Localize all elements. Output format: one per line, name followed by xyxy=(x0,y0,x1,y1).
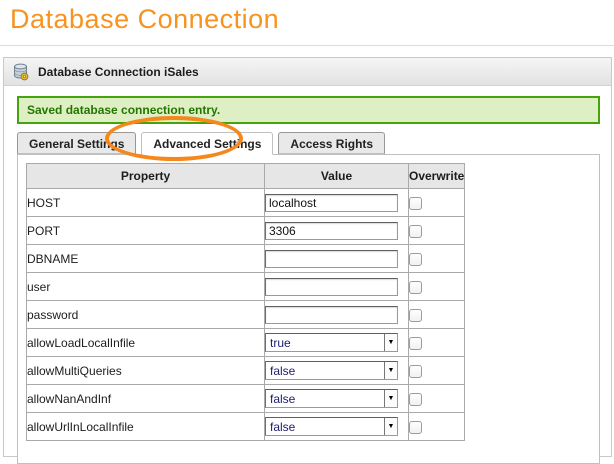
overwrite-checkbox[interactable] xyxy=(409,197,422,210)
property-label: DBNAME xyxy=(27,245,265,273)
success-message: Saved database connection entry. xyxy=(17,96,600,124)
title-divider xyxy=(0,45,614,46)
chevron-down-icon: ▼ xyxy=(384,390,397,407)
table-row: allowMultiQueriesfalse▼ xyxy=(27,357,465,385)
overwrite-cell xyxy=(409,357,465,385)
overwrite-checkbox[interactable] xyxy=(409,309,422,322)
tab-advanced-settings[interactable]: Advanced Settings xyxy=(141,132,273,155)
overwrite-cell xyxy=(409,329,465,357)
select-value: false xyxy=(266,392,384,406)
tab-content-advanced-settings: Property Value Overwrite HOSTPORTDBNAMEu… xyxy=(17,154,600,464)
overwrite-checkbox[interactable] xyxy=(409,225,422,238)
overwrite-cell xyxy=(409,301,465,329)
value-cell xyxy=(265,301,409,329)
overwrite-checkbox[interactable] xyxy=(409,393,422,406)
value-cell xyxy=(265,217,409,245)
database-connection-panel: Database Connection iSales Saved databas… xyxy=(3,57,612,457)
select-value: false xyxy=(266,364,384,378)
value-cell xyxy=(265,273,409,301)
value-input[interactable] xyxy=(265,306,398,324)
overwrite-cell xyxy=(409,245,465,273)
property-label: password xyxy=(27,301,265,329)
overwrite-checkbox[interactable] xyxy=(409,365,422,378)
overwrite-checkbox[interactable] xyxy=(409,421,422,434)
value-input[interactable] xyxy=(265,250,398,268)
tab-access-rights[interactable]: Access Rights xyxy=(278,132,385,154)
table-row: PORT xyxy=(27,217,465,245)
property-label: allowUrlInLocalInfile xyxy=(27,413,265,441)
value-input[interactable] xyxy=(265,194,398,212)
value-cell xyxy=(265,245,409,273)
tab-general-settings[interactable]: General Settings xyxy=(17,132,136,154)
properties-table: Property Value Overwrite HOSTPORTDBNAMEu… xyxy=(26,163,465,441)
value-cell: true▼ xyxy=(265,329,409,357)
select-value: true xyxy=(266,336,384,350)
value-select[interactable]: false▼ xyxy=(265,361,398,380)
page-title: Database Connection xyxy=(10,4,279,35)
chevron-down-icon: ▼ xyxy=(384,334,397,351)
property-label: HOST xyxy=(27,189,265,217)
overwrite-checkbox[interactable] xyxy=(409,253,422,266)
property-label: allowLoadLocalInfile xyxy=(27,329,265,357)
property-label: allowMultiQueries xyxy=(27,357,265,385)
chevron-down-icon: ▼ xyxy=(384,362,397,379)
table-row: HOST xyxy=(27,189,465,217)
column-header-overwrite: Overwrite xyxy=(409,164,465,189)
overwrite-cell xyxy=(409,217,465,245)
tab-bar: General Settings Advanced Settings Acces… xyxy=(17,132,600,154)
panel-header: Database Connection iSales xyxy=(4,58,611,86)
overwrite-cell xyxy=(409,273,465,301)
select-value: false xyxy=(266,420,384,434)
panel-title: Database Connection iSales xyxy=(38,65,199,79)
table-row: allowNanAndInffalse▼ xyxy=(27,385,465,413)
overwrite-cell xyxy=(409,413,465,441)
property-label: user xyxy=(27,273,265,301)
value-cell: false▼ xyxy=(265,413,409,441)
value-input[interactable] xyxy=(265,222,398,240)
overwrite-cell xyxy=(409,385,465,413)
table-row: DBNAME xyxy=(27,245,465,273)
value-select[interactable]: true▼ xyxy=(265,333,398,352)
overwrite-checkbox[interactable] xyxy=(409,337,422,350)
value-cell: false▼ xyxy=(265,357,409,385)
table-row: user xyxy=(27,273,465,301)
table-header-row: Property Value Overwrite xyxy=(27,164,465,189)
overwrite-checkbox[interactable] xyxy=(409,281,422,294)
panel-body: Saved database connection entry. General… xyxy=(4,86,611,464)
database-icon xyxy=(11,62,30,81)
value-select[interactable]: false▼ xyxy=(265,417,398,436)
property-label: PORT xyxy=(27,217,265,245)
chevron-down-icon: ▼ xyxy=(384,418,397,435)
value-cell: false▼ xyxy=(265,385,409,413)
value-input[interactable] xyxy=(265,278,398,296)
column-header-value: Value xyxy=(265,164,409,189)
table-row: allowUrlInLocalInfilefalse▼ xyxy=(27,413,465,441)
overwrite-cell xyxy=(409,189,465,217)
property-label: allowNanAndInf xyxy=(27,385,265,413)
value-select[interactable]: false▼ xyxy=(265,389,398,408)
table-row: password xyxy=(27,301,465,329)
table-row: allowLoadLocalInfiletrue▼ xyxy=(27,329,465,357)
value-cell xyxy=(265,189,409,217)
column-header-property: Property xyxy=(27,164,265,189)
